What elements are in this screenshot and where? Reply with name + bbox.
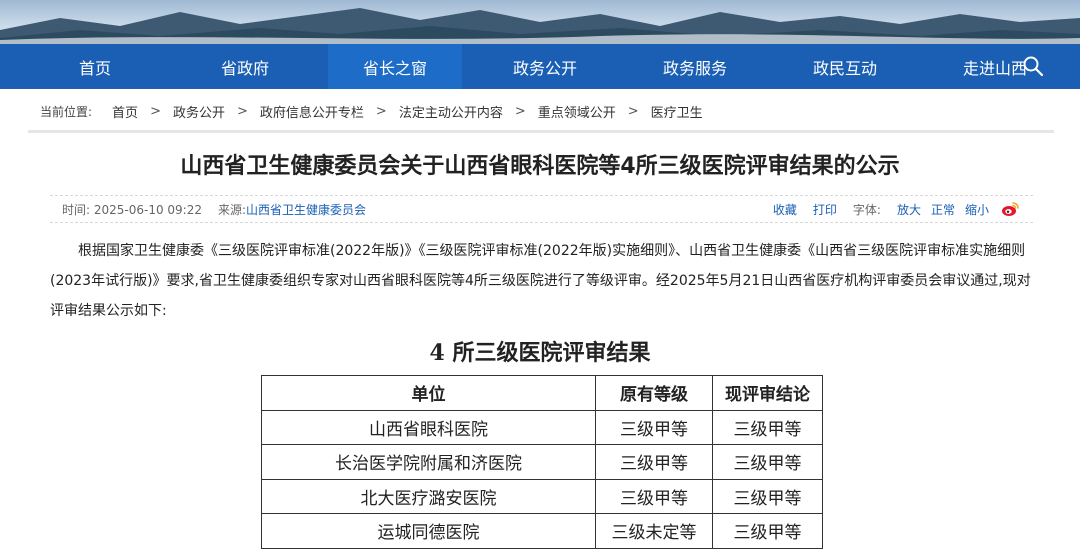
nav-item-citizen-interaction[interactable]: 政民互动 (778, 44, 912, 89)
source-label: 来源: (218, 202, 247, 217)
search-icon[interactable] (1022, 55, 1044, 77)
table-cell-unit: 运城同德医院 (261, 513, 596, 549)
table-row: 运城同德医院 三级未定等 三级甲等 (261, 513, 823, 549)
weibo-icon[interactable] (1001, 201, 1019, 217)
source-link[interactable]: 山西省卫生健康委员会 (246, 201, 366, 218)
table-cell-unit: 长治医学院附属和济医院 (261, 444, 596, 480)
table-row: 北大医疗潞安医院 三级甲等 三级甲等 (261, 478, 823, 514)
breadcrumb-item-statutory-content[interactable]: 法定主动公开内容 (399, 102, 503, 121)
breadcrumb-separator: > (375, 103, 387, 119)
breadcrumb-item-home[interactable]: 首页 (112, 102, 138, 121)
breadcrumb-label: 当前位置: (40, 104, 93, 119)
table-header-row: 单位 原有等级 现评审结论 (261, 375, 823, 411)
table-row: 长治医学院附属和济医院 三级甲等 三级甲等 (261, 444, 823, 480)
table-cell-original-level: 三级甲等 (595, 444, 713, 480)
header-banner (0, 0, 1080, 44)
breadcrumb-separator: > (627, 103, 639, 119)
table-cell-unit: 北大医疗潞安医院 (261, 478, 596, 514)
table-cell-original-level: 三级未定等 (595, 513, 713, 549)
article-meta-bar: 时间: 2025-06-10 09:22 来源: 山西省卫生健康委员会 收藏 打… (50, 195, 1033, 223)
table-cell-new-result: 三级甲等 (712, 444, 823, 480)
table-header-original-level: 原有等级 (595, 375, 713, 411)
nav-item-government-affairs-public[interactable]: 政务公开 (478, 44, 612, 89)
breadcrumb: 当前位置: 首页 > 政务公开 > 政府信息公开专栏 > 法定主动公开内容 > … (40, 101, 703, 121)
table-cell-new-result: 三级甲等 (712, 478, 823, 514)
table-cell-original-level: 三级甲等 (595, 409, 713, 445)
breadcrumb-item-info-disclosure[interactable]: 政府信息公开专栏 (260, 102, 364, 121)
publish-time: 时间: 2025-06-10 09:22 (62, 202, 202, 217)
print-button[interactable]: 打印 (813, 201, 837, 218)
nav-item-government-services[interactable]: 政务服务 (628, 44, 762, 89)
article-body-paragraph: 根据国家卫生健康委《三级医院评审标准(2022年版)》《三级医院评审标准(202… (50, 243, 1031, 319)
breadcrumb-separator: > (236, 103, 248, 119)
table-cell-new-result: 三级甲等 (712, 513, 823, 549)
breadcrumb-divider (28, 130, 1054, 133)
font-normal-button[interactable]: 正常 (931, 201, 955, 218)
font-small-button[interactable]: 缩小 (965, 201, 989, 218)
font-large-button[interactable]: 放大 (897, 201, 921, 218)
nav-item-home[interactable]: 首页 (28, 44, 162, 89)
results-table: 单位 原有等级 现评审结论 山西省眼科医院 三级甲等 三级甲等 长治医学院附属和… (261, 375, 823, 549)
breadcrumb-separator: > (514, 103, 526, 119)
nav-item-provincial-government[interactable]: 省政府 (178, 44, 312, 89)
page-title: 山西省卫生健康委员会关于山西省眼科医院等4所三级医院评审结果的公示 (180, 154, 900, 179)
table-cell-original-level: 三级甲等 (595, 478, 713, 514)
breadcrumb-item-government-affairs[interactable]: 政务公开 (173, 102, 225, 121)
results-table-title: 4 所三级医院评审结果 (429, 340, 651, 366)
font-size-label: 字体: (852, 202, 881, 217)
table-header-new-result: 现评审结论 (712, 375, 823, 411)
breadcrumb-separator: > (150, 103, 161, 119)
main-nav: 首页 省政府 省长之窗 政务公开 政务服务 政民互动 走进山西 (0, 44, 1080, 89)
favorite-button[interactable]: 收藏 (773, 201, 797, 218)
breadcrumb-item-key-areas[interactable]: 重点领域公开 (538, 102, 616, 121)
nav-item-governor-window[interactable]: 省长之窗 (328, 44, 462, 89)
table-header-unit: 单位 (261, 375, 596, 411)
mountain-banner-image (0, 8, 1080, 44)
table-cell-unit: 山西省眼科医院 (261, 409, 596, 445)
table-cell-new-result: 三级甲等 (712, 409, 823, 445)
table-row: 山西省眼科医院 三级甲等 三级甲等 (261, 409, 823, 445)
breadcrumb-item-healthcare[interactable]: 医疗卫生 (651, 102, 703, 121)
